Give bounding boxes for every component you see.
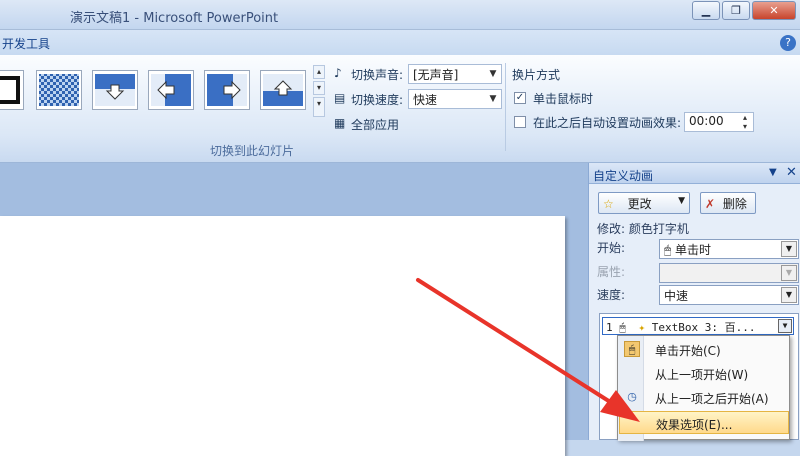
restore-button[interactable]: ❐ <box>722 1 750 20</box>
sound-value: [无声音] <box>413 68 459 82</box>
transition-thumb-1[interactable] <box>0 70 24 110</box>
on-click-checkbox[interactable]: ✓ <box>514 92 526 104</box>
star-icon: ☆ <box>603 197 614 211</box>
speed-label: 速度: <box>597 288 626 302</box>
minimize-button[interactable]: ▁ <box>692 1 720 20</box>
speed-icon: ▤ <box>334 91 346 105</box>
mouse-icon: 🖱 <box>664 243 672 257</box>
speed-value: 快速 <box>413 93 438 107</box>
arrow-left-icon <box>151 74 191 106</box>
spinner-icon[interactable]: ▴ ▾ <box>737 113 753 131</box>
menu-item-start-on-click[interactable]: 🖱 单击开始(C) <box>619 338 789 361</box>
transition-thumb-left[interactable] <box>148 70 194 110</box>
speed-select[interactable]: 快速 ▼ <box>408 89 502 109</box>
arrow-up-icon <box>263 74 303 106</box>
start-value: 单击时 <box>675 243 712 257</box>
item-dropdown-icon[interactable]: ▼ <box>778 319 792 333</box>
apply-all-icon: ▦ <box>334 116 346 130</box>
slide-editor <box>0 163 588 456</box>
advance-header: 换片方式 <box>512 68 561 82</box>
remove-icon: ✗ <box>705 197 716 211</box>
slide-canvas[interactable] <box>0 216 565 456</box>
window-title: 演示文稿1 - Microsoft PowerPoint <box>70 11 279 26</box>
chevron-down-icon: ▼ <box>489 94 497 104</box>
mouse-icon: 🖱 <box>619 321 626 334</box>
arrow-right-icon <box>207 74 247 106</box>
auto-after-checkbox[interactable] <box>514 116 526 128</box>
checker-icon <box>39 74 79 106</box>
change-label: 更改 <box>627 197 652 211</box>
transition-thumb-down[interactable] <box>92 70 138 110</box>
property-select: ▼ <box>659 263 799 283</box>
sound-icon: ♪ <box>334 66 342 80</box>
tab-developer[interactable]: 开发工具 <box>2 35 50 52</box>
gallery-scroll-down-icon[interactable]: ▾ <box>313 81 325 95</box>
transition-thumb-up[interactable] <box>260 70 306 110</box>
animation-item[interactable]: 1 🖱 ✦ TextBox 3: 百... ▼ <box>602 317 794 335</box>
remove-label: 删除 <box>722 197 747 211</box>
help-icon[interactable]: ? <box>780 35 796 51</box>
chevron-down-icon: ▼ <box>781 265 797 281</box>
auto-time-value: 00:00 <box>689 114 724 128</box>
speed-select[interactable]: 中速 ▼ <box>659 285 799 305</box>
gallery-more-icon[interactable]: ▾ <box>313 97 325 117</box>
transition-thumb-right[interactable] <box>204 70 250 110</box>
pane-title: 自定义动画 <box>593 169 654 183</box>
arrow-down-icon <box>95 74 135 106</box>
auto-time-input[interactable]: 00:00 ▴ ▾ <box>684 112 754 132</box>
title-bar: 演示文稿1 - Microsoft PowerPoint ▁ ❐ ✕ <box>0 0 800 30</box>
property-label: 属性: <box>597 265 626 279</box>
menu-item-after-previous[interactable]: ◷ 从上一项之后开始(A) <box>619 386 789 409</box>
chevron-down-icon: ▼ <box>781 241 797 257</box>
ribbon-separator <box>505 63 506 151</box>
mouse-click-icon: 🖱 <box>624 341 640 357</box>
effect-star-icon: ✦ <box>638 321 646 334</box>
clock-icon: ◷ <box>627 390 637 403</box>
animation-context-menu: 🖱 单击开始(C) 从上一项开始(W) ◷ 从上一项之后开始(A) 效果选项(E… <box>617 335 790 441</box>
menu-item-label: 效果选项(E)... <box>656 418 733 432</box>
pane-close-icon[interactable]: ✕ <box>786 165 797 180</box>
ribbon-tab-bar: 开发工具 ? <box>0 30 800 55</box>
transition-thumb-checker[interactable] <box>36 70 82 110</box>
sound-select[interactable]: [无声音] ▼ <box>408 64 502 84</box>
chevron-down-icon: ▼ <box>678 196 685 206</box>
remove-effect-button[interactable]: ✗ 删除 <box>700 192 756 214</box>
group-label: 切换到此幻灯片 <box>210 144 295 158</box>
speed-value: 中速 <box>664 289 689 303</box>
menu-item-label: 从上一项之后开始(A) <box>655 392 769 406</box>
pane-menu-icon[interactable]: ▼ <box>769 167 777 178</box>
gallery-scroll-up-icon[interactable]: ▴ <box>313 65 325 79</box>
start-label: 开始: <box>597 241 626 255</box>
menu-item-effect-options[interactable]: 效果选项(E)... <box>619 411 789 434</box>
window-controls: ▁ ❐ ✕ <box>692 1 796 20</box>
menu-item-label: 从上一项开始(W) <box>655 368 749 382</box>
change-effect-button[interactable]: ☆ 更改 ▼ <box>598 192 690 214</box>
close-button[interactable]: ✕ <box>752 1 796 20</box>
menu-item-label: 单击开始(C) <box>655 344 721 358</box>
auto-after-label: 在此之后自动设置动画效果: <box>533 116 682 130</box>
on-click-label: 单击鼠标时 <box>533 92 594 106</box>
modify-label: 修改: 颜色打字机 <box>597 222 689 236</box>
start-select[interactable]: 🖱 单击时 ▼ <box>659 239 799 259</box>
chevron-down-icon: ▼ <box>489 69 497 79</box>
animation-name: TextBox 3: 百... <box>651 321 756 334</box>
chevron-down-icon: ▼ <box>781 287 797 303</box>
apply-all-button[interactable]: 全部应用 <box>351 116 399 133</box>
menu-item-with-previous[interactable]: 从上一项开始(W) <box>619 362 789 385</box>
pane-header: 自定义动画 ▼ ✕ <box>589 163 800 184</box>
ribbon: ▴ ▾ ▾ ♪ 切换声音: [无声音] ▼ ▤ 切换速度: 快速 ▼ ▦ 全部应… <box>0 55 800 163</box>
animation-index: 1 <box>606 321 613 334</box>
speed-label: 切换速度: <box>351 93 404 107</box>
sound-label: 切换声音: <box>351 68 404 82</box>
